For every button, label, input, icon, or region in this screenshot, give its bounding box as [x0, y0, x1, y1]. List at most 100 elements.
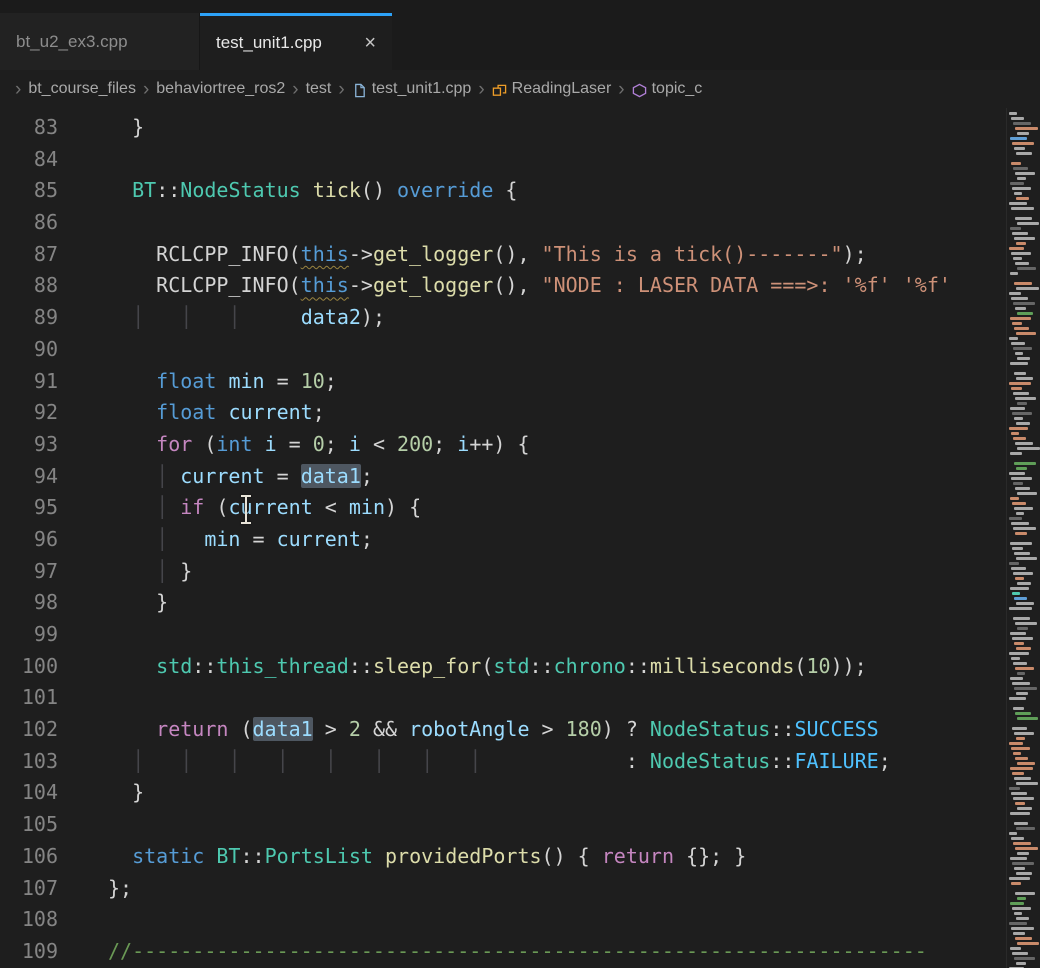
breadcrumb-item[interactable]: test_unit1.cpp: [372, 80, 472, 98]
breadcrumb-item[interactable]: behaviortree_ros2: [156, 80, 285, 98]
code-line[interactable]: 92 float current;: [0, 397, 1040, 429]
code-line[interactable]: 87 RCLCPP_INFO(this->get_logger(), "This…: [0, 239, 1040, 271]
line-number[interactable]: 94: [0, 461, 58, 493]
line-number[interactable]: 84: [0, 144, 58, 176]
code-line[interactable]: 101: [0, 682, 1040, 714]
line-number[interactable]: 95: [0, 492, 58, 524]
tab-bt-u2-ex3[interactable]: bt_u2_ex3.cpp: [0, 13, 200, 70]
line-number[interactable]: 87: [0, 239, 58, 271]
code-line[interactable]: 89 │ │ │ data2);: [0, 302, 1040, 334]
close-icon[interactable]: ×: [350, 33, 376, 53]
field-symbol-icon: [632, 83, 647, 98]
class-symbol-icon: [492, 83, 507, 98]
line-number[interactable]: 91: [0, 366, 58, 398]
code-text: │ }: [108, 556, 192, 588]
code-line[interactable]: 99: [0, 619, 1040, 651]
line-number[interactable]: 107: [0, 873, 58, 905]
code-text: │ min = current;: [108, 524, 373, 556]
code-text: std::this_thread::sleep_for(std::chrono:…: [108, 651, 867, 683]
line-number[interactable]: 93: [0, 429, 58, 461]
chevron-right-icon: ›: [143, 80, 149, 99]
code-line[interactable]: 105: [0, 809, 1040, 841]
mouse-cursor-ibeam: [245, 497, 247, 522]
breadcrumb-item[interactable]: test: [306, 80, 332, 98]
code-line[interactable]: 106 static BT::PortsList providedPorts()…: [0, 841, 1040, 873]
line-number[interactable]: 92: [0, 397, 58, 429]
tab-test-unit1[interactable]: test_unit1.cpp ×: [200, 13, 392, 70]
code-line[interactable]: 88 RCLCPP_INFO(this->get_logger(), "NODE…: [0, 270, 1040, 302]
line-number[interactable]: 88: [0, 270, 58, 302]
line-number[interactable]: 106: [0, 841, 58, 873]
code-text: BT::NodeStatus tick() override {: [108, 175, 517, 207]
line-number[interactable]: 96: [0, 524, 58, 556]
code-text: };: [108, 873, 132, 905]
code-editor[interactable]: 83 }8485 BT::NodeStatus tick() override …: [0, 108, 1040, 968]
code-text: //--------------------------------------…: [108, 936, 927, 968]
code-text: }: [108, 587, 168, 619]
vscode-window: bt_u2_ex3.cpp test_unit1.cpp × › bt_cours…: [0, 0, 1040, 968]
code-line[interactable]: 95 │ if (current < min) {: [0, 492, 1040, 524]
line-number[interactable]: 104: [0, 777, 58, 809]
line-number[interactable]: 109: [0, 936, 58, 968]
code-line[interactable]: 104 }: [0, 777, 1040, 809]
code-text: for (int i = 0; i < 200; i++) {: [108, 429, 530, 461]
code-text: }: [108, 777, 144, 809]
code-line[interactable]: 85 BT::NodeStatus tick() override {: [0, 175, 1040, 207]
code-line[interactable]: 109 //-----------------------------------…: [0, 936, 1040, 968]
code-line[interactable]: 84: [0, 144, 1040, 176]
line-number[interactable]: 86: [0, 207, 58, 239]
breadcrumb-item[interactable]: bt_course_files: [28, 80, 136, 98]
code-text: return (data1 > 2 && robotAngle > 180) ?…: [108, 714, 879, 746]
code-line[interactable]: 94 │ current = data1;: [0, 461, 1040, 493]
code-lines: 83 }8485 BT::NodeStatus tick() override …: [0, 112, 1040, 968]
chevron-right-icon: ›: [478, 80, 484, 99]
tab-label: bt_u2_ex3.cpp: [16, 32, 128, 52]
code-text: float current;: [108, 397, 325, 429]
line-number[interactable]: 101: [0, 682, 58, 714]
chevron-right-icon: ›: [292, 80, 298, 99]
code-text: RCLCPP_INFO(this->get_logger(), "This is…: [108, 239, 867, 271]
line-number[interactable]: 100: [0, 651, 58, 683]
tab-label: test_unit1.cpp: [216, 33, 322, 53]
code-line[interactable]: 91 float min = 10;: [0, 366, 1040, 398]
code-line[interactable]: 102 return (data1 > 2 && robotAngle > 18…: [0, 714, 1040, 746]
minimap-content: [1007, 112, 1040, 968]
line-number[interactable]: 90: [0, 334, 58, 366]
code-line[interactable]: 100 std::this_thread::sleep_for(std::chr…: [0, 651, 1040, 683]
code-line[interactable]: 98 }: [0, 587, 1040, 619]
code-text: float min = 10;: [108, 366, 337, 398]
line-number[interactable]: 85: [0, 175, 58, 207]
tab-bar: bt_u2_ex3.cpp test_unit1.cpp ×: [0, 0, 1040, 70]
code-line[interactable]: 93 for (int i = 0; i < 200; i++) {: [0, 429, 1040, 461]
line-number[interactable]: 99: [0, 619, 58, 651]
code-line[interactable]: 107};: [0, 873, 1040, 905]
code-text: │ │ │ data2);: [108, 302, 385, 334]
breadcrumb-item[interactable]: topic_c: [652, 80, 703, 98]
code-text: }: [108, 112, 144, 144]
code-line[interactable]: 90: [0, 334, 1040, 366]
line-number[interactable]: 102: [0, 714, 58, 746]
line-number[interactable]: 105: [0, 809, 58, 841]
code-line[interactable]: 83 }: [0, 112, 1040, 144]
line-number[interactable]: 103: [0, 746, 58, 778]
line-number[interactable]: 83: [0, 112, 58, 144]
code-line[interactable]: 103 │ │ │ │ │ │ │ │ : NodeStatus::FAILUR…: [0, 746, 1040, 778]
line-number[interactable]: 89: [0, 302, 58, 334]
code-line[interactable]: 96 │ min = current;: [0, 524, 1040, 556]
chevron-right-icon: ›: [618, 80, 624, 99]
code-line[interactable]: 97 │ }: [0, 556, 1040, 588]
code-text: │ │ │ │ │ │ │ │ : NodeStatus::FAILURE;: [108, 746, 891, 778]
line-number[interactable]: 98: [0, 587, 58, 619]
breadcrumb-item[interactable]: ReadingLaser: [512, 80, 612, 98]
minimap[interactable]: [1006, 108, 1040, 968]
line-number[interactable]: 97: [0, 556, 58, 588]
code-text: RCLCPP_INFO(this->get_logger(), "NODE : …: [108, 270, 951, 302]
code-text: │ current = data1;: [108, 461, 373, 493]
code-text: │ if (current < min) {: [108, 492, 421, 524]
code-line[interactable]: 108: [0, 904, 1040, 936]
file-symbol-icon: [352, 83, 367, 98]
code-line[interactable]: 86: [0, 207, 1040, 239]
chevron-right-icon: ›: [338, 80, 344, 99]
breadcrumb: › bt_course_files › behaviortree_ros2 › test ›…: [0, 70, 1040, 108]
line-number[interactable]: 108: [0, 904, 58, 936]
